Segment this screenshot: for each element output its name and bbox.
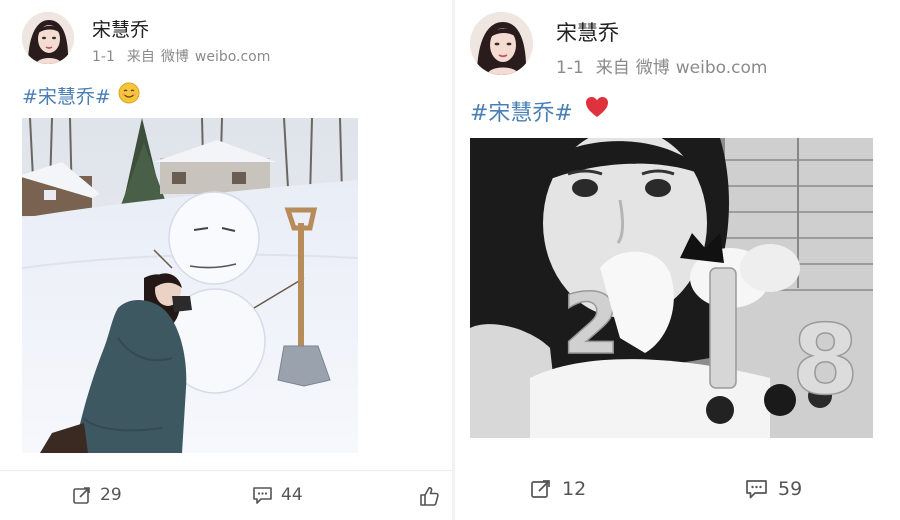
thumbs-up-icon: [418, 485, 440, 507]
hashtag-link[interactable]: #宋慧乔#: [470, 95, 573, 127]
share-button[interactable]: 29: [72, 485, 122, 505]
source-app: 微博: [635, 58, 670, 78]
comment-count: 59: [778, 478, 803, 500]
share-count: 29: [100, 485, 122, 505]
red-heart-icon: [585, 96, 609, 123]
share-button[interactable]: 12: [530, 478, 586, 500]
smiling-face-icon: [118, 82, 140, 109]
action-bar: 29 44: [0, 470, 452, 520]
svg-text:8: 8: [792, 304, 859, 416]
comment-icon: [745, 478, 768, 500]
share-icon: [72, 485, 92, 505]
source-domain: weibo.com: [675, 58, 768, 78]
post-meta: 1-1 来自 微博 weibo.com: [556, 53, 779, 78]
avatar[interactable]: [470, 12, 533, 75]
avatar[interactable]: [22, 12, 74, 64]
post-meta: 1-1 来自 微博 weibo.com: [92, 46, 282, 66]
birthday-cake-photo[interactable]: 2 8: [470, 138, 873, 438]
share-icon: [530, 478, 552, 500]
weibo-post-2: 宋慧乔 1-1 来自 微博 weibo.com #宋慧乔# 2 8 12 59: [455, 0, 900, 520]
source-prefix: 来自: [126, 49, 155, 65]
comment-icon: [252, 485, 273, 505]
like-button[interactable]: [418, 485, 440, 507]
source-app: 微博: [160, 49, 189, 65]
hashtag-link[interactable]: #宋慧乔#: [22, 82, 111, 109]
username[interactable]: 宋慧乔: [556, 17, 619, 47]
username[interactable]: 宋慧乔: [92, 15, 149, 42]
comment-count: 44: [281, 485, 303, 505]
source-domain: weibo.com: [194, 49, 271, 65]
source-prefix: 来自: [595, 58, 630, 78]
action-bar: 12 59: [455, 462, 900, 520]
weibo-post-1: 宋慧乔 1-1 来自 微博 weibo.com #宋慧乔# 29 44: [0, 0, 452, 520]
share-count: 12: [562, 478, 587, 500]
comment-button[interactable]: 44: [252, 485, 303, 505]
post-time: 1-1: [556, 58, 584, 78]
snowman-photo[interactable]: [22, 118, 358, 453]
comment-button[interactable]: 59: [745, 478, 802, 500]
post-time: 1-1: [92, 49, 115, 65]
